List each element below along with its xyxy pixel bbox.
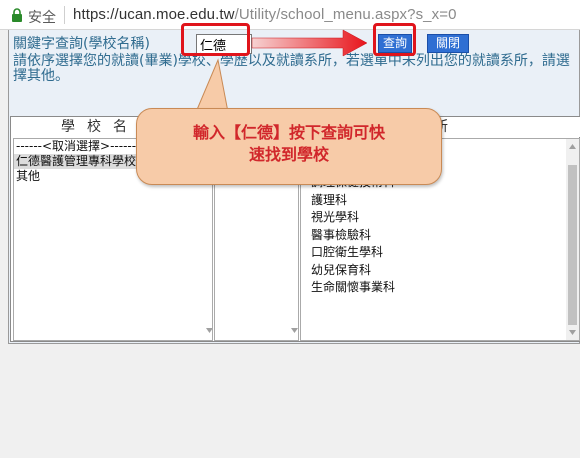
callout-line-1: 輸入【仁德】按下查詢可快 [192, 123, 385, 142]
annotation-overlay [195, 29, 368, 113]
callout-pointer [195, 58, 229, 113]
instruction-callout: 輸入【仁德】按下查詢可快 速找到學校 [136, 108, 442, 185]
highlight-search-input [181, 23, 250, 56]
red-arrow-icon [251, 29, 368, 57]
highlight-search-button [373, 23, 416, 56]
callout-line-2: 速找到學校 [248, 145, 329, 164]
